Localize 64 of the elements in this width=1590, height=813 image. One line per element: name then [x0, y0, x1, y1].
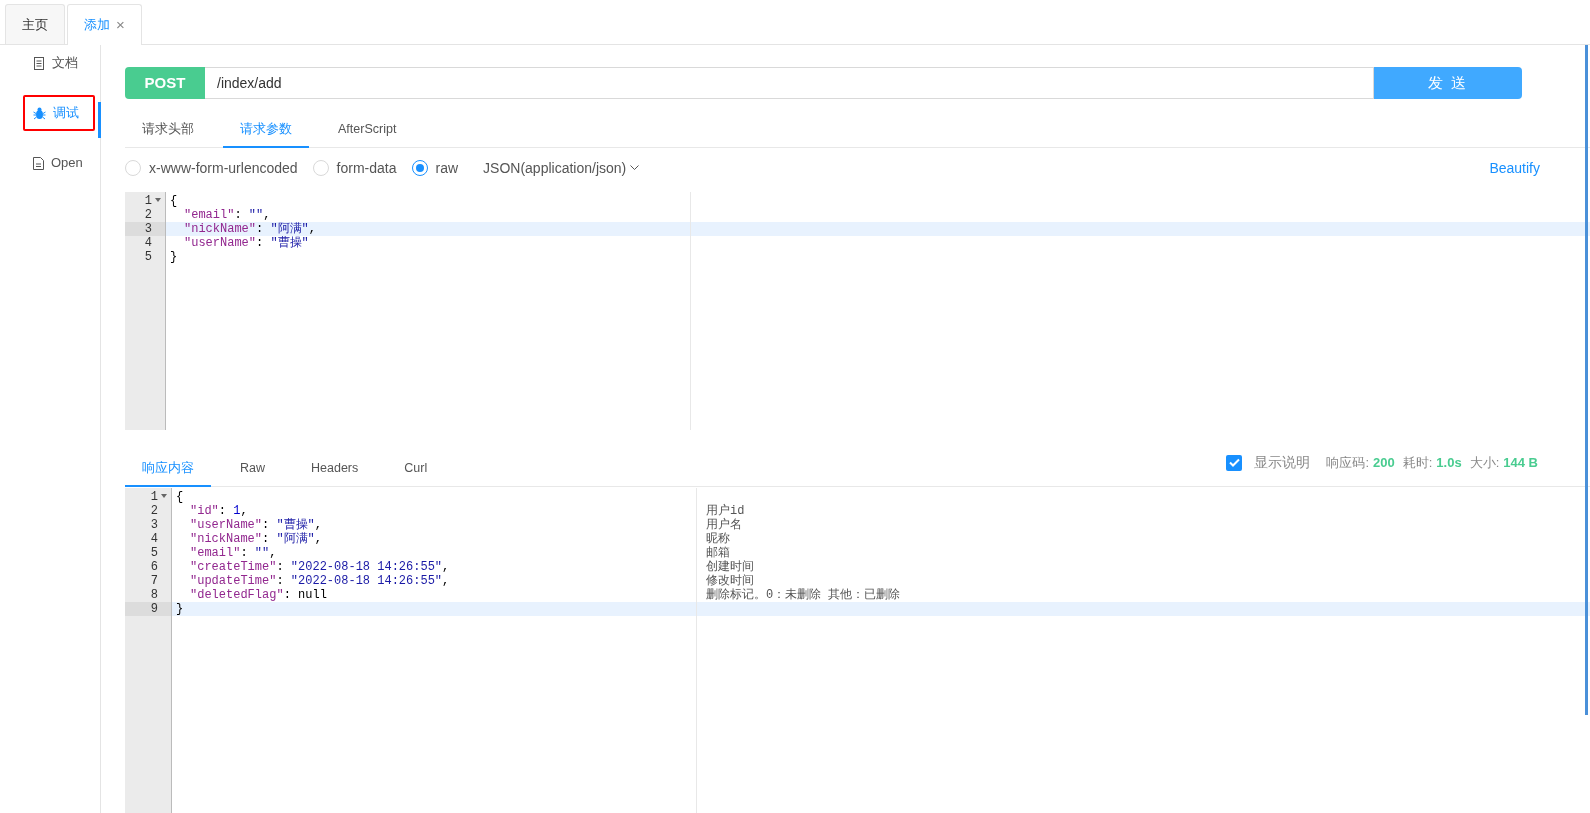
page-tab[interactable]: 主页 [5, 4, 65, 44]
field-description: 删除标记。0：未删除 其他：已删除 [706, 588, 901, 602]
tab[interactable]: Raw [223, 451, 282, 487]
code-line: "userName": "曹操", [190, 518, 323, 532]
chevron-down-icon [630, 165, 640, 171]
fold-icon[interactable] [155, 198, 161, 202]
code-line: "nickName": "阿满", [184, 222, 317, 236]
radio-option[interactable]: x-www-form-urlencoded [125, 157, 298, 179]
sidebar-item[interactable]: Open [23, 145, 95, 181]
line-number: 4 [143, 236, 153, 250]
field-description: 用户id [706, 504, 746, 518]
tab[interactable]: Curl [387, 451, 445, 487]
document-icon [33, 56, 45, 70]
show-description-checkbox[interactable]: 显示说明 [1226, 452, 1311, 473]
tab[interactable]: AfterScript [321, 112, 414, 148]
line-number: 4 [149, 532, 159, 546]
field-description: 用户名 [706, 518, 743, 532]
line-number: 1 [125, 490, 171, 504]
code-line: "createTime": "2022-08-18 14:26:55", [190, 560, 450, 574]
response-stat: 耗时: 1.0s [1402, 453, 1462, 472]
code-line: "id": 1, [190, 504, 248, 518]
field-description: 创建时间 [706, 560, 755, 574]
field-description: 修改时间 [706, 574, 755, 588]
line-number: 5 [143, 250, 153, 264]
bug-icon [33, 106, 46, 120]
code-line: { [176, 490, 184, 504]
code-line: "updateTime": "2022-08-18 14:26:55", [190, 574, 450, 588]
field-description: 邮箱 [706, 546, 731, 560]
scrollbar[interactable] [1585, 45, 1588, 715]
page-tab[interactable]: 添加 × [67, 4, 142, 45]
code-line: "email": "", [184, 208, 271, 222]
code-line: "email": "", [190, 546, 277, 560]
code-line: "userName": "曹操" [184, 236, 309, 250]
tab[interactable]: 请求头部 [125, 112, 211, 148]
code-line: "nickName": "阿满", [190, 532, 323, 546]
line-number: 5 [149, 546, 159, 560]
code-line: "deletedFlag": null [190, 588, 327, 602]
line-number: 3 [149, 518, 159, 532]
document-icon [33, 156, 44, 170]
checkbox[interactable] [1226, 454, 1243, 471]
line-number: 8 [149, 588, 159, 602]
line-number: 6 [149, 560, 159, 574]
code-line: } [176, 602, 184, 616]
code-line: } [170, 250, 178, 264]
line-number: 2 [143, 208, 153, 222]
sidebar-item[interactable]: 文档 [23, 45, 95, 81]
radio-option[interactable]: raw [411, 157, 459, 179]
url-field[interactable]: /index/add [205, 67, 1374, 99]
line-number: 9 [125, 602, 171, 616]
active-indicator [98, 102, 101, 138]
code-line: { [170, 194, 178, 208]
response-stat: 大小: 144 B [1469, 453, 1538, 472]
method-label: POST [125, 67, 205, 99]
line-number: 3 [125, 222, 165, 236]
fold-icon[interactable] [161, 494, 167, 498]
response-stat: 响应码: 200 [1326, 453, 1395, 472]
radio-option[interactable]: form-data [312, 157, 397, 179]
close-icon[interactable]: × [116, 13, 125, 37]
tab[interactable]: Headers [294, 451, 376, 487]
line-number: 1 [125, 194, 165, 208]
line-number: 2 [149, 504, 159, 518]
content-type-dropdown[interactable]: JSON(application/json) [483, 157, 640, 179]
field-description: 昵称 [706, 532, 731, 546]
line-number: 7 [149, 574, 159, 588]
